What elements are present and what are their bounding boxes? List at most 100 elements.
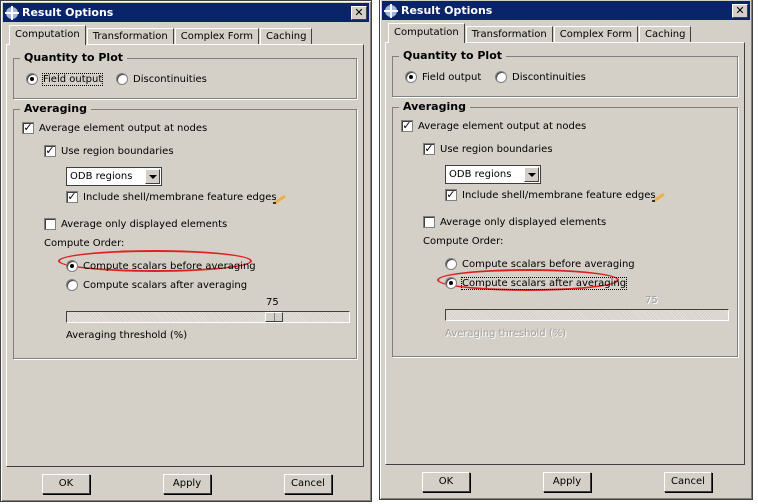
compute-after-radio[interactable]: Compute scalars after averaging xyxy=(66,279,247,291)
dialog-title: Result Options xyxy=(22,6,114,19)
radio-label: Field output xyxy=(422,71,482,83)
checkbox-indicator[interactable]: ✓ xyxy=(22,122,34,134)
app-icon xyxy=(5,5,19,20)
average-displayed-checkbox[interactable]: Average only displayed elements xyxy=(423,216,606,228)
tab-strip: Computation Transformation Complex Form … xyxy=(388,23,692,43)
checkbox-indicator[interactable]: ✓ xyxy=(66,191,78,203)
checkbox-label: Include shell/membrane feature edges xyxy=(462,189,656,201)
radio-indicator[interactable] xyxy=(66,279,78,291)
slider-thumb[interactable] xyxy=(265,312,283,322)
threshold-label: Averaging threshold (%) xyxy=(445,328,567,339)
average-at-nodes-checkbox[interactable]: ✓ Average element output at nodes xyxy=(401,120,586,132)
tab-caching[interactable]: Caching xyxy=(260,28,313,45)
radio-label: Compute scalars after averaging xyxy=(460,276,628,290)
quantity-to-plot-group: Quantity to Plot Field output Discontinu… xyxy=(13,51,357,99)
app-icon xyxy=(384,3,398,18)
averaging-threshold-slider-disabled xyxy=(445,309,729,321)
computation-panel: Quantity to Plot Field output Discontinu… xyxy=(385,42,745,465)
radio-label: Discontinuities xyxy=(133,73,207,85)
chevron-down-icon[interactable] xyxy=(524,167,539,182)
cancel-button[interactable]: Cancel xyxy=(664,472,712,492)
threshold-label: Averaging threshold (%) xyxy=(66,330,188,341)
checkbox-indicator[interactable]: ✓ xyxy=(423,143,435,155)
checkbox-label: Average only displayed elements xyxy=(61,218,228,230)
averaging-group: Averaging ✓ Average element output at no… xyxy=(392,100,738,357)
pencil-icon[interactable] xyxy=(272,194,288,204)
averaging-threshold-slider[interactable] xyxy=(66,311,350,323)
radio-indicator[interactable] xyxy=(116,73,128,85)
threshold-value: 75 xyxy=(645,295,658,306)
checkbox-label: Average element output at nodes xyxy=(39,122,208,134)
tab-complex-form[interactable]: Complex Form xyxy=(174,28,259,45)
title-bar[interactable]: Result Options ✕ xyxy=(382,1,750,20)
checkbox-label: Include shell/membrane feature edges xyxy=(83,191,277,203)
result-options-dialog-after: Result Options ✕ Computation Transformat… xyxy=(379,0,753,500)
checkbox-label: Average element output at nodes xyxy=(418,120,587,132)
threshold-value: 75 xyxy=(266,297,279,308)
use-region-boundaries-checkbox[interactable]: ✓ Use region boundaries xyxy=(423,143,553,155)
result-options-dialog-before: Result Options ✕ Computation Transformat… xyxy=(0,0,372,502)
radio-indicator[interactable] xyxy=(495,71,507,83)
checkbox-indicator[interactable]: ✓ xyxy=(44,145,56,157)
chevron-down-icon[interactable] xyxy=(145,169,160,184)
tab-computation[interactable]: Computation xyxy=(9,25,86,45)
quantity-to-plot-group: Quantity to Plot Field output Discontinu… xyxy=(392,49,738,97)
field-output-radio[interactable]: Field output xyxy=(405,71,481,83)
ok-button[interactable]: OK xyxy=(42,474,90,494)
ok-button[interactable]: OK xyxy=(422,472,470,492)
include-shell-edges-checkbox[interactable]: ✓ Include shell/membrane feature edges xyxy=(66,191,277,203)
radio-indicator[interactable] xyxy=(445,258,457,270)
radio-label: Compute scalars after averaging xyxy=(83,279,248,291)
field-output-radio[interactable]: Field output xyxy=(26,72,104,86)
radio-label: Field output xyxy=(41,72,104,86)
tab-caching[interactable]: Caching xyxy=(639,26,692,43)
radio-indicator[interactable] xyxy=(445,277,457,289)
compute-before-radio[interactable]: Compute scalars before averaging xyxy=(66,260,256,272)
pencil-icon[interactable] xyxy=(651,192,667,202)
averaging-group: Averaging ✓ Average element output at no… xyxy=(13,102,357,359)
compute-order-label: Compute Order: xyxy=(44,238,125,249)
use-region-boundaries-checkbox[interactable]: ✓ Use region boundaries xyxy=(44,145,174,157)
group-title: Quantity to Plot xyxy=(399,49,507,62)
radio-indicator[interactable] xyxy=(26,73,38,85)
group-title: Averaging xyxy=(399,100,470,113)
dialog-title: Result Options xyxy=(401,4,493,17)
close-button[interactable]: ✕ xyxy=(351,5,367,20)
checkbox-label: Average only displayed elements xyxy=(440,216,607,228)
checkbox-label: Use region boundaries xyxy=(440,143,553,155)
close-button[interactable]: ✕ xyxy=(732,3,748,18)
group-title: Averaging xyxy=(20,102,91,115)
radio-label: Compute scalars before averaging xyxy=(83,260,256,272)
tab-strip: Computation Transformation Complex Form … xyxy=(9,25,313,45)
radio-indicator[interactable] xyxy=(66,260,78,272)
discontinuities-radio[interactable]: Discontinuities xyxy=(116,73,207,85)
region-type-dropdown[interactable]: ODB regions xyxy=(445,165,541,184)
apply-button[interactable]: Apply xyxy=(163,474,211,494)
average-at-nodes-checkbox[interactable]: ✓ Average element output at nodes xyxy=(22,122,207,134)
discontinuities-radio[interactable]: Discontinuities xyxy=(495,71,586,83)
average-displayed-checkbox[interactable]: Average only displayed elements xyxy=(44,218,227,230)
title-bar[interactable]: Result Options ✕ xyxy=(3,3,369,22)
region-type-dropdown[interactable]: ODB regions xyxy=(66,167,162,186)
checkbox-indicator[interactable]: ✓ xyxy=(445,189,457,201)
radio-label: Discontinuities xyxy=(512,71,586,83)
checkbox-indicator[interactable] xyxy=(44,218,56,230)
tab-complex-form[interactable]: Complex Form xyxy=(553,26,638,43)
dropdown-value: ODB regions xyxy=(449,169,512,180)
include-shell-edges-checkbox[interactable]: ✓ Include shell/membrane feature edges xyxy=(445,189,656,201)
checkbox-indicator[interactable]: ✓ xyxy=(401,120,413,132)
computation-panel: Quantity to Plot Field output Discontinu… xyxy=(6,44,364,467)
compute-order-label: Compute Order: xyxy=(423,236,504,247)
tab-computation[interactable]: Computation xyxy=(388,23,465,43)
checkbox-indicator[interactable] xyxy=(423,216,435,228)
group-title: Quantity to Plot xyxy=(20,51,128,64)
radio-label: Compute scalars before averaging xyxy=(462,258,635,270)
radio-indicator[interactable] xyxy=(405,71,417,83)
tab-transformation[interactable]: Transformation xyxy=(86,28,174,45)
apply-button[interactable]: Apply xyxy=(543,472,591,492)
cancel-button[interactable]: Cancel xyxy=(284,474,332,494)
dropdown-value: ODB regions xyxy=(70,171,133,182)
compute-after-radio[interactable]: Compute scalars after averaging xyxy=(445,276,628,290)
checkbox-label: Use region boundaries xyxy=(61,145,174,157)
tab-transformation[interactable]: Transformation xyxy=(465,26,553,43)
